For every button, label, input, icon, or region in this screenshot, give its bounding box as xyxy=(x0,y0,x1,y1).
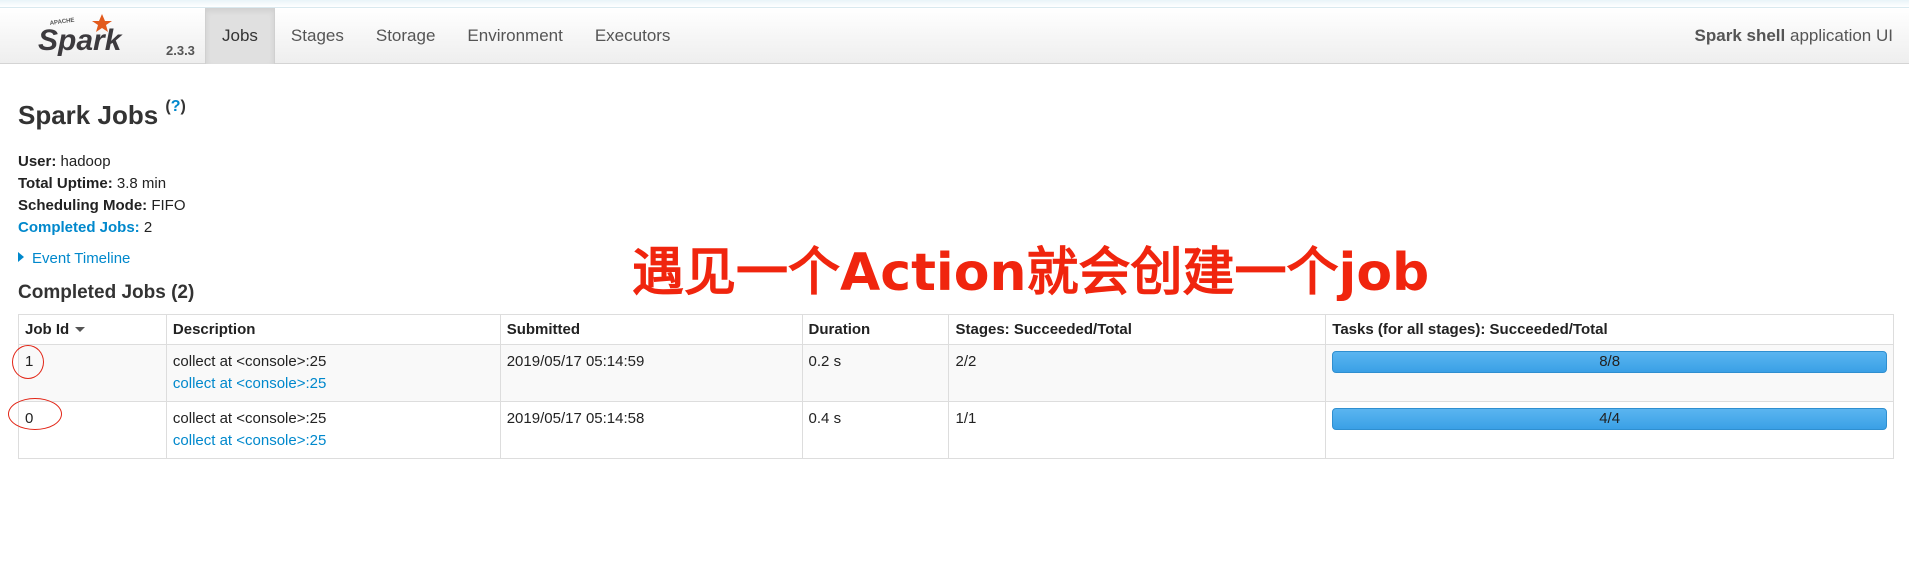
app-name: Spark shell xyxy=(1694,26,1786,45)
browser-top-strip xyxy=(0,0,1909,8)
tasks-progress-label: 4/4 xyxy=(1599,410,1621,427)
expand-triangle-icon xyxy=(18,252,24,262)
col-header-stages[interactable]: Stages: Succeeded/Total xyxy=(948,314,1327,345)
summary-scheduling-value: FIFO xyxy=(151,197,186,214)
summary-uptime-value: 3.8 min xyxy=(116,175,167,192)
summary-completed[interactable]: Completed Jobs: 2 xyxy=(18,217,186,239)
stages-cell: 1/1 xyxy=(948,401,1327,459)
completed-jobs-table: Job Id Description Submitted Duration St… xyxy=(18,314,1894,459)
col-header-submitted[interactable]: Submitted xyxy=(499,314,803,345)
top-navbar: APACHE Spark 2.3.3 Jobs Stages Storage E… xyxy=(0,8,1909,64)
spark-logo[interactable]: APACHE Spark 2.3.3 xyxy=(36,10,206,62)
help-icon[interactable]: ? xyxy=(171,98,181,115)
table-header-row: Job Id Description Submitted Duration St… xyxy=(18,314,1894,345)
summary-user-label: User: xyxy=(18,153,57,170)
description-text: collect at <console>:25 xyxy=(172,410,327,427)
summary-user-value: hadoop xyxy=(60,153,111,170)
description-link[interactable]: collect at <console>:25 xyxy=(173,430,494,452)
table-row: 0 collect at <console>:25 collect at <co… xyxy=(18,401,1894,459)
job-id-cell: 1 xyxy=(18,344,167,402)
event-timeline-toggle[interactable]: Event Timeline xyxy=(18,250,130,267)
tab-jobs[interactable]: Jobs xyxy=(205,8,275,64)
tab-executors[interactable]: Executors xyxy=(579,8,687,64)
tasks-cell: 4/4 xyxy=(1325,401,1894,459)
description-cell: collect at <console>:25 collect at <cons… xyxy=(165,344,501,402)
table-row: 1 collect at <console>:25 collect at <co… xyxy=(18,344,1894,402)
tasks-cell: 8/8 xyxy=(1325,344,1894,402)
event-timeline-label: Event Timeline xyxy=(32,250,131,267)
submitted-cell: 2019/05/17 05:14:58 xyxy=(499,401,803,459)
summary-uptime: Total Uptime: 3.8 min xyxy=(18,173,186,195)
submitted-cell: 2019/05/17 05:14:59 xyxy=(499,344,803,402)
app-title: Spark shell application UI xyxy=(1695,8,1893,64)
app-suffix: application UI xyxy=(1789,26,1893,45)
tasks-progress-bar: 8/8 xyxy=(1332,351,1887,373)
summary-completed-value: 2 xyxy=(143,219,153,236)
spark-wordmark: Spark xyxy=(38,24,123,57)
stages-cell: 2/2 xyxy=(948,344,1327,402)
annotation-text: 遇见一个Action就会创建一个job xyxy=(632,243,1430,303)
page-title-text: Spark Jobs xyxy=(18,100,159,130)
page-title: Spark Jobs (?) xyxy=(18,98,186,131)
col-header-description[interactable]: Description xyxy=(165,314,501,345)
col-header-duration[interactable]: Duration xyxy=(801,314,950,345)
summary-scheduling-label: Scheduling Mode: xyxy=(18,197,148,214)
tasks-progress-bar: 4/4 xyxy=(1332,408,1887,430)
description-cell: collect at <console>:25 collect at <cons… xyxy=(165,401,501,459)
nav-tabs: Jobs Stages Storage Environment Executor… xyxy=(205,8,686,64)
spark-logo-graphic: APACHE Spark xyxy=(38,14,123,57)
job-id-cell: 0 xyxy=(18,401,167,459)
help-tooltip[interactable]: (?) xyxy=(165,98,185,115)
summary-scheduling: Scheduling Mode: FIFO xyxy=(18,195,186,217)
tab-stages[interactable]: Stages xyxy=(275,8,360,64)
col-header-job-id[interactable]: Job Id xyxy=(18,314,167,345)
description-link[interactable]: collect at <console>:25 xyxy=(173,373,494,395)
spark-version: 2.3.3 xyxy=(166,43,195,58)
description-text: collect at <console>:25 xyxy=(172,353,327,370)
summary-uptime-label: Total Uptime: xyxy=(18,175,113,192)
summary-user: User: hadoop xyxy=(18,151,186,173)
job-summary: User: hadoop Total Uptime: 3.8 min Sched… xyxy=(18,151,186,239)
tab-environment[interactable]: Environment xyxy=(451,8,578,64)
sort-desc-icon xyxy=(75,327,86,332)
col-header-tasks[interactable]: Tasks (for all stages): Succeeded/Total xyxy=(1325,314,1894,345)
completed-jobs-heading[interactable]: Completed Jobs (2) xyxy=(18,282,194,304)
duration-cell: 0.2 s xyxy=(801,344,950,402)
tasks-progress-label: 8/8 xyxy=(1599,353,1621,370)
duration-cell: 0.4 s xyxy=(801,401,950,459)
tab-storage[interactable]: Storage xyxy=(360,8,452,64)
completed-jobs-link[interactable]: Completed Jobs: xyxy=(18,219,140,236)
